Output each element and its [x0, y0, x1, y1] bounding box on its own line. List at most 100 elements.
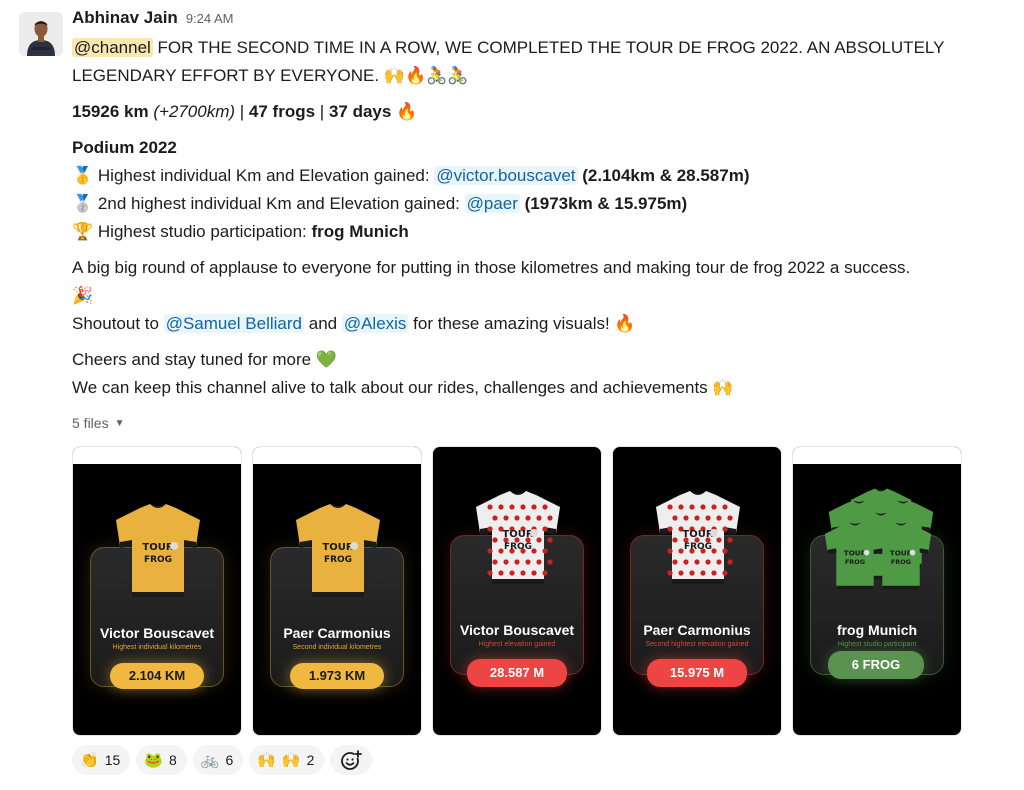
sender-name[interactable]: Abhinav Jain [72, 8, 178, 28]
raising-hands-icon: 🙌 [281, 751, 301, 769]
reaction-bicycle[interactable]: 🚲 6 [192, 745, 244, 775]
avatar[interactable] [19, 12, 63, 56]
files-count: 5 files [72, 415, 109, 431]
bicycle-icon: 🚲 [200, 751, 220, 769]
podium-detail: frog Munich [311, 222, 409, 241]
user-mention-samuel[interactable]: @Samuel Belliard [163, 314, 305, 333]
file-card-header [793, 447, 961, 464]
award-subtitle: Highest individual kilometres [112, 644, 202, 651]
award-subtitle: Highest studio participant [837, 641, 917, 648]
fire-icon: 🔥 [404, 66, 427, 86]
reaction-count: 8 [168, 752, 177, 768]
message-header: Abhinav Jain 9:24 AM [72, 8, 1012, 34]
award-value-pill: 15.975 M [647, 659, 747, 687]
headline-line-1: @channel FOR THE SECOND TIME IN A ROW, W… [72, 34, 1012, 62]
green-heart-icon: 💚 [315, 350, 337, 370]
award-subtitle: Highest elevation gained [478, 641, 556, 648]
keep-alive-line: We can keep this channel alive to talk a… [72, 374, 1012, 402]
podium-detail: (2.104km & 28.587m) [577, 166, 750, 185]
award-winner-name: Victor Bouscavet [459, 622, 575, 638]
gold-medal-icon: 🥇 [72, 166, 94, 186]
clapping-hands-icon: 👏 [80, 751, 99, 769]
reaction-count: 15 [104, 752, 121, 768]
award-winner-name: Paer Carmonius [283, 625, 391, 641]
award-subtitle: Second individual kilometres [292, 644, 382, 651]
user-mention-alexis[interactable]: @Alexis [341, 314, 409, 333]
podium-title: Podium 2022 [72, 138, 177, 157]
stats-frogs: 47 frogs [248, 102, 316, 121]
file-card[interactable]: TOUR FROG Paer Carmonius Second individual … [252, 446, 422, 736]
raising-hands-icon: 🙌 [257, 751, 276, 769]
award-winner-name: Paer Carmonius [643, 622, 751, 638]
file-attachments: TOUR FROG Victor Bouscavet Highest individu… [72, 446, 962, 736]
file-card-header [73, 447, 241, 464]
trophy-icon: 🏆 [72, 222, 94, 242]
files-toggle[interactable]: 5 files ▼ [72, 412, 1012, 434]
podium-detail: (1973km & 15.975m) [519, 194, 688, 213]
file-card-header [253, 447, 421, 464]
message-content: Abhinav Jain 9:24 AM @channel FOR THE SE… [72, 8, 1012, 434]
shoutout-middle: and [304, 314, 342, 333]
podium-label: 2nd highest individual Km and Elevation … [97, 194, 465, 213]
user-mention-paer[interactable]: @paer [464, 194, 520, 213]
cyclist-woman-icon: 🚴 [447, 66, 469, 86]
raising-hands-icon: 🙌 [383, 66, 405, 86]
svg-text:TOUR: TOUR [682, 529, 713, 540]
svg-text:TOUR: TOUR [502, 529, 533, 540]
svg-text:FROG: FROG [891, 558, 911, 566]
shoutout-prefix: Shoutout to [72, 314, 164, 333]
slack-message: Abhinav Jain 9:24 AM @channel FOR THE SE… [0, 0, 1024, 790]
raising-hands-icon: 🙌 [712, 378, 734, 398]
award-winner-name: frog Munich [836, 622, 918, 638]
jersey-icon: TOUR FROG [476, 491, 560, 584]
jersey-icon: TOUR FROG [296, 504, 380, 597]
add-reaction-icon [341, 750, 363, 770]
user-mention-victor[interactable]: @victor.bouscavet [434, 166, 578, 185]
award-value-pill: 28.587 M [467, 659, 567, 687]
file-card[interactable]: TOURFROGTOURFROGTOURFROGTOURFROGTOURFROG… [792, 446, 962, 736]
award-value-pill: 2.104 KM [110, 663, 204, 689]
svg-text:FROG: FROG [144, 555, 172, 565]
shoutout-line: Shoutout to @Samuel Belliard and @Alexis… [72, 310, 1012, 338]
applause-emoji-line: 🎉 [72, 282, 1012, 310]
stats-sep-1: | [235, 102, 249, 121]
podium-item-gold: 🥇 Highest individual Km and Elevation ga… [72, 162, 1012, 190]
fire-icon: 🔥 [396, 102, 418, 122]
message-timestamp[interactable]: 9:24 AM [186, 11, 234, 26]
svg-text:TOUR: TOUR [890, 549, 913, 558]
award-winner-name: Victor Bouscavet [99, 625, 215, 641]
add-reaction-button[interactable] [330, 745, 373, 775]
stats-km: 15926 km [72, 102, 149, 121]
headline-line-2: LEGENDARY EFFORT BY EVERYONE. 🙌🔥🚴🚴 [72, 62, 1012, 90]
caret-down-icon: ▼ [114, 417, 125, 429]
shoutout-suffix: for these amazing visuals! [408, 314, 615, 333]
svg-text:TOUR: TOUR [142, 542, 173, 553]
svg-text:FROG: FROG [684, 542, 712, 552]
reaction-frog[interactable]: 🐸 8 [136, 745, 187, 775]
channel-mention[interactable]: @channel [72, 38, 153, 57]
reaction-count: 2 [306, 752, 315, 768]
frog-icon: 🐸 [144, 751, 163, 769]
headline-text-2: LEGENDARY EFFORT BY EVERYONE. [72, 66, 384, 85]
award-value-pill: 6 FROG [828, 651, 924, 679]
silver-medal-icon: 🥈 [72, 194, 94, 214]
reaction-raising-hands[interactable]: 🙌 🙌 2 [249, 745, 325, 775]
reaction-clapping-hands[interactable]: 👏 15 [72, 745, 131, 775]
stats-delta: (+2700km) [153, 102, 236, 121]
stats-sep-2: | [315, 102, 329, 121]
podium-item-silver: 🥈 2nd highest individual Km and Elevatio… [72, 190, 1012, 218]
svg-text:TOUR: TOUR [322, 542, 353, 553]
podium-label: Highest studio participation: [97, 222, 312, 241]
cyclist-icon: 🚴 [426, 66, 448, 86]
file-card[interactable]: TOUR FROG Victor Bouscavet Highest elevatio… [432, 446, 602, 736]
jersey-icon: TOURFROGTOURFROGTOURFROGTOURFROGTOURFROG… [824, 488, 934, 590]
stats-days: 37 days [328, 102, 392, 121]
headline-text-1: FOR THE SECOND TIME IN A ROW, WE COMPLET… [152, 38, 945, 57]
cheers-line: Cheers and stay tuned for more 💚 [72, 346, 1012, 374]
file-card[interactable]: TOUR FROG Victor Bouscavet Highest individu… [72, 446, 242, 736]
reaction-count: 6 [225, 752, 234, 768]
file-card[interactable]: TOUR FROG Paer Carmonius Second hightest el… [612, 446, 782, 736]
award-subtitle: Second hightest elevation gained [645, 641, 749, 648]
party-popper-icon: 🎉 [72, 286, 94, 306]
fire-icon: 🔥 [614, 314, 636, 334]
